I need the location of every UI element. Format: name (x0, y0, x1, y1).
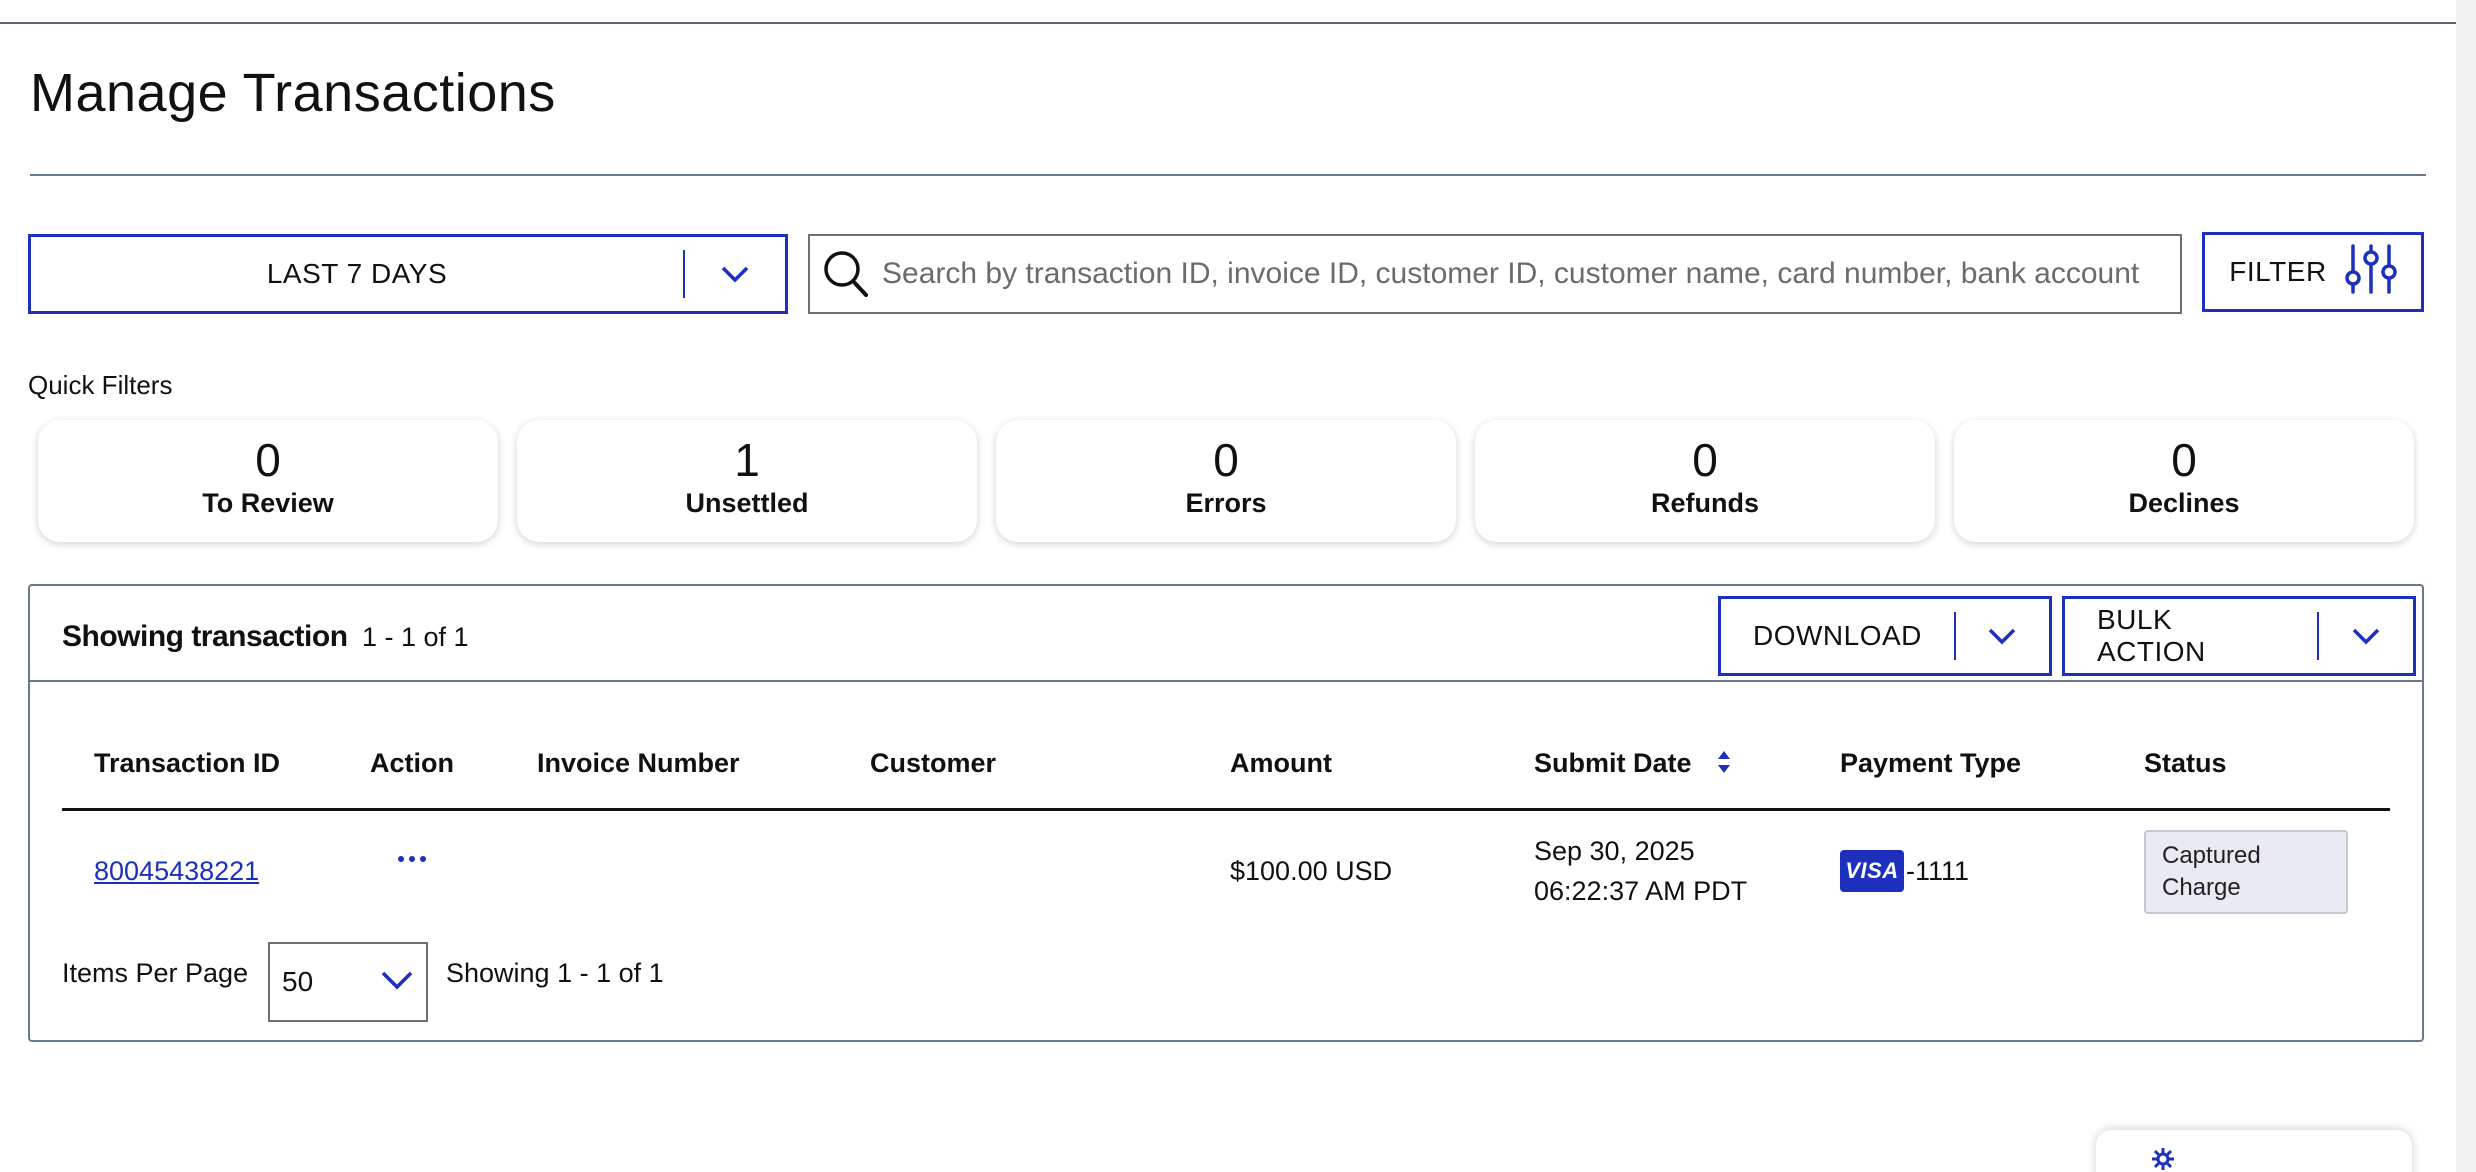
date-range-select[interactable]: LAST 7 DAYS (28, 234, 788, 314)
quick-filter-unsettled[interactable]: 1 Unsettled (517, 420, 977, 542)
date-range-label: LAST 7 DAYS (266, 258, 448, 289)
quick-filter-refunds[interactable]: 0 Refunds (1475, 420, 1935, 542)
download-label: DOWNLOAD (1753, 620, 1922, 651)
items-per-page-select[interactable]: 50 (268, 942, 428, 1022)
table-header-rule (62, 808, 2390, 811)
items-per-page-label: Items Per Page (62, 958, 249, 988)
showing-title: Showing transaction (62, 620, 348, 653)
bulk-action-label: BULK ACTION (2097, 604, 2206, 667)
download-button[interactable]: DOWNLOAD (1718, 596, 2052, 676)
showing-range: 1 - 1 of 1 (362, 622, 469, 652)
quick-filter-errors[interactable]: 0 Errors (996, 420, 1456, 542)
gear-icon (2152, 1148, 2174, 1172)
help-widget[interactable] (2096, 1130, 2412, 1172)
quick-filter-to-review[interactable]: 0 To Review (38, 420, 498, 542)
chevron-down-icon[interactable] (685, 264, 785, 284)
quick-filter-declines[interactable]: 0 Declines (1954, 420, 2414, 542)
sliders-icon (2344, 242, 2397, 303)
more-actions-icon[interactable] (398, 856, 426, 862)
search-input[interactable] (882, 257, 2180, 291)
submit-date-cell: Sep 30, 2025 (1534, 836, 1695, 866)
title-divider (30, 174, 2426, 176)
col-transaction-id[interactable]: Transaction ID (94, 748, 280, 779)
quick-filter-label: To Review (202, 488, 334, 518)
window-edge (2456, 0, 2476, 1172)
col-status[interactable]: Status (2144, 748, 2227, 779)
col-payment-type[interactable]: Payment Type (1840, 748, 2021, 779)
quick-filter-label: Unsettled (685, 488, 809, 518)
sort-icon[interactable] (1716, 748, 1732, 781)
col-submit-date[interactable]: Submit Date (1534, 748, 1692, 779)
items-per-page-value: 50 (282, 966, 314, 997)
bulk-action-button[interactable]: BULK ACTION (2062, 596, 2416, 676)
quick-filters-heading: Quick Filters (28, 370, 173, 400)
page-title: Manage Transactions (30, 63, 556, 123)
quick-filter-label: Refunds (1651, 488, 1759, 518)
chevron-down-icon[interactable] (2319, 626, 2413, 646)
search-icon (810, 249, 882, 299)
status-line: Charge (2162, 874, 2241, 901)
col-amount[interactable]: Amount (1230, 748, 1332, 779)
col-customer[interactable]: Customer (870, 748, 996, 779)
quick-filter-count: 0 (255, 434, 281, 486)
filter-button[interactable]: FILTER (2202, 232, 2424, 312)
visa-card-icon: VISA (1840, 850, 1904, 892)
search-field[interactable] (808, 234, 2182, 314)
quick-filter-count: 1 (734, 434, 760, 486)
col-action: Action (370, 748, 454, 778)
filter-label: FILTER (2229, 256, 2327, 287)
chevron-down-icon (380, 966, 414, 998)
card-last4: -1111 (1906, 856, 1970, 886)
submit-time-cell: 06:22:37 AM PDT (1534, 876, 1748, 906)
chevron-down-icon[interactable] (1956, 626, 2049, 646)
transaction-id-link[interactable]: 80045438221 (94, 856, 259, 887)
panel-header: Showing transaction 1 - 1 of 1 DOWNLOAD … (30, 586, 2422, 682)
quick-filter-count: 0 (1692, 434, 1718, 486)
quick-filter-label: Declines (2128, 488, 2240, 518)
status-badge: Captured Charge (2144, 830, 2348, 914)
quick-filter-count: 0 (1213, 434, 1239, 486)
status-line: Captured (2162, 842, 2261, 869)
col-invoice-number[interactable]: Invoice Number (537, 748, 740, 779)
amount-cell: $100.00 USD (1230, 856, 1393, 886)
top-divider (0, 22, 2456, 24)
pagination-showing: Showing 1 - 1 of 1 (446, 958, 664, 988)
quick-filter-label: Errors (1185, 488, 1267, 518)
quick-filter-count: 0 (2171, 434, 2197, 486)
